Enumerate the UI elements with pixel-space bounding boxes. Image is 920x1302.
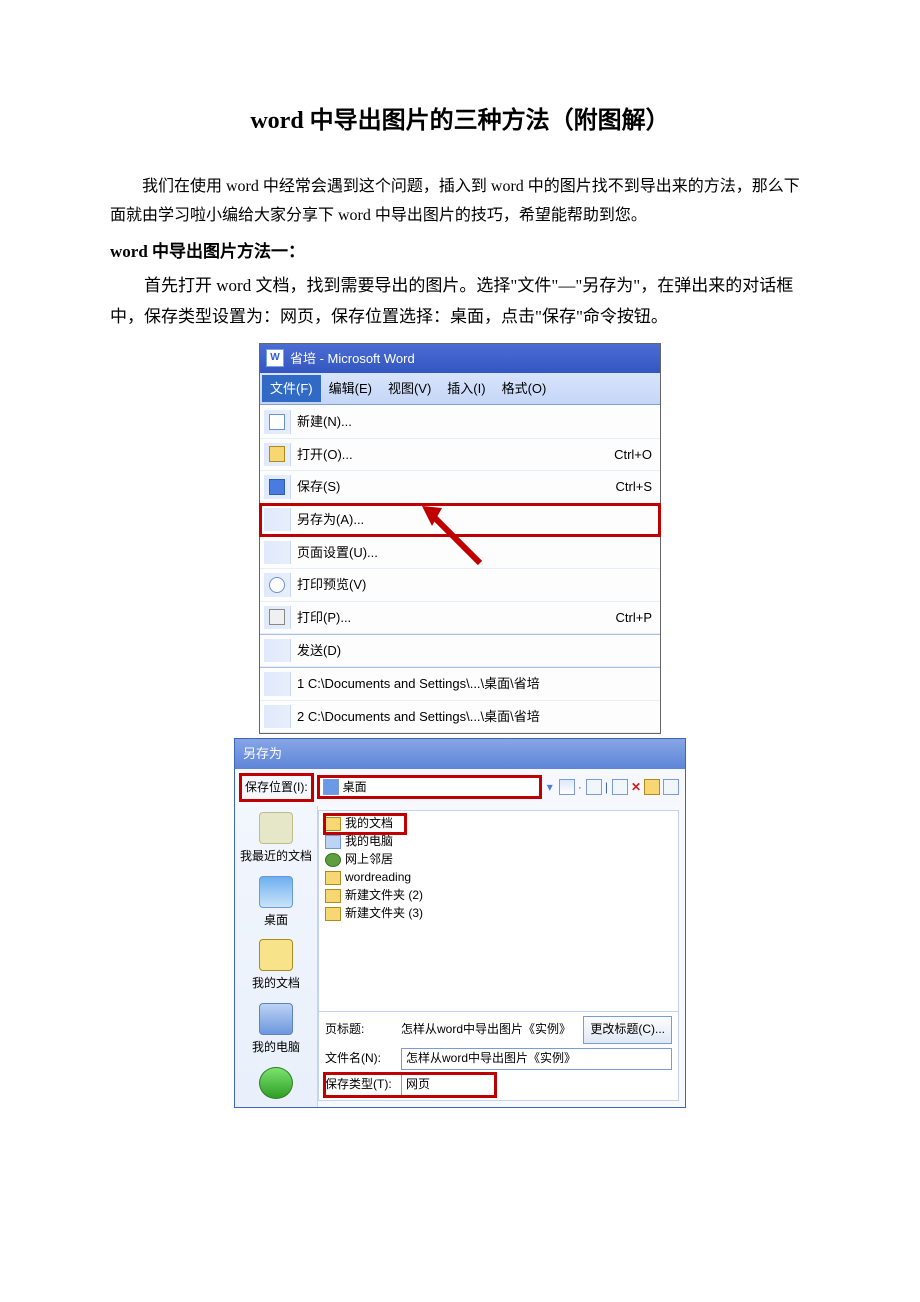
desktop-icon <box>323 779 339 795</box>
open-folder-icon <box>269 446 285 462</box>
dropdown-arrow-icon[interactable]: ▾ <box>547 777 553 799</box>
window-titlebar: W 省培 - Microsoft Word <box>260 344 660 373</box>
word-file-menu-screenshot: W 省培 - Microsoft Word 文件(F) 编辑(E) 视图(V) … <box>259 343 661 735</box>
save-location-combobox[interactable]: 桌面 <box>318 776 541 798</box>
menu-item-recent-2[interactable]: 2 C:\Documents and Settings\...\桌面\省培 <box>260 701 660 733</box>
place-desktop[interactable]: 桌面 <box>240 876 312 932</box>
menu-item-label: 1 C:\Documents and Settings\...\桌面\省培 <box>297 672 652 695</box>
folder-icon <box>325 817 341 831</box>
place-label: 我的文档 <box>252 973 300 995</box>
network-places-icon <box>259 1067 293 1099</box>
file-menu-dropdown: 新建(N)... 打开(O)... Ctrl+O 保存(S) Ctrl+S 另存… <box>260 405 660 733</box>
page-title-value: 怎样从word中导出图片《实例》 <box>401 1019 577 1041</box>
file-item-label: 我的文档 <box>345 813 393 835</box>
file-list-item[interactable]: 我的文档 <box>325 815 405 833</box>
menu-item-recent-1[interactable]: 1 C:\Documents and Settings\...\桌面\省培 <box>260 667 660 700</box>
dialog-fields: 页标题: 怎样从word中导出图片《实例》 更改标题(C)... 文件名(N):… <box>319 1011 678 1100</box>
up-folder-icon[interactable] <box>586 779 602 795</box>
article-title: word 中导出图片的三种方法（附图解） <box>110 100 810 143</box>
menu-item-new[interactable]: 新建(N)... <box>260 406 660 438</box>
file-item-label: 新建文件夹 (3) <box>345 903 423 925</box>
menu-item-page-setup[interactable]: 页面设置(U)... <box>260 536 660 569</box>
save-location-row: 保存位置(I): 桌面 ▾ · | ✕ <box>235 769 685 807</box>
separator: | <box>605 777 609 799</box>
menu-item-print-preview[interactable]: 打印预览(V) <box>260 569 660 601</box>
menu-item-label: 保存(S) <box>297 475 616 498</box>
file-list-item[interactable]: 新建文件夹 (3) <box>325 905 672 923</box>
place-label: 我的电脑 <box>252 1037 300 1059</box>
separator: · <box>578 777 583 799</box>
article-intro: 我们在使用 word 中经常会遇到这个问题，插入到 word 中的图片找不到导出… <box>110 173 810 231</box>
dialog-title: 另存为 <box>235 739 685 768</box>
filename-label: 文件名(N): <box>325 1048 395 1070</box>
folder-icon <box>325 889 341 903</box>
filename-input[interactable]: 怎样从word中导出图片《实例》 <box>401 1048 672 1070</box>
menu-item-save-as[interactable]: 另存为(A)... <box>260 504 660 536</box>
save-as-dialog-screenshot: 另存为 保存位置(I): 桌面 ▾ · | ✕ <box>234 738 686 1107</box>
filetype-combobox[interactable]: 网页 <box>401 1074 495 1096</box>
section-1-body: 首先打开 word 文档，找到需要导出的图片。选择"文件"—"另存为"，在弹出来… <box>110 271 810 332</box>
menu-item-label: 打印(P)... <box>297 606 616 629</box>
word-app-icon: W <box>266 349 284 367</box>
menu-item-label: 另存为(A)... <box>297 508 652 531</box>
places-bar: 我最近的文档 桌面 我的文档 我的电脑 <box>235 806 318 1106</box>
menu-format[interactable]: 格式(O) <box>494 375 555 402</box>
preview-lens-icon <box>269 577 285 593</box>
new-doc-icon <box>269 414 285 430</box>
shortcut-label: Ctrl+P <box>616 606 652 629</box>
shortcut-label: Ctrl+S <box>616 475 652 498</box>
menu-item-label: 发送(D) <box>297 639 652 662</box>
place-network[interactable] <box>240 1067 312 1101</box>
toolbar: · | ✕ <box>559 777 679 799</box>
back-icon[interactable] <box>559 779 575 795</box>
place-label: 桌面 <box>264 910 288 932</box>
section-1-heading: word 中导出图片方法一： <box>110 237 810 268</box>
delete-icon[interactable]: ✕ <box>631 777 641 799</box>
new-folder-icon[interactable] <box>644 779 660 795</box>
change-title-button[interactable]: 更改标题(C)... <box>583 1016 672 1044</box>
save-disk-icon <box>269 479 285 495</box>
menu-item-print[interactable]: 打印(P)... Ctrl+P <box>260 602 660 634</box>
filetype-value: 网页 <box>406 1074 430 1096</box>
place-my-computer[interactable]: 我的电脑 <box>240 1003 312 1059</box>
my-documents-icon <box>259 939 293 971</box>
folder-icon <box>325 871 341 885</box>
filetype-label: 保存类型(T): <box>325 1074 395 1096</box>
menu-item-label: 打印预览(V) <box>297 573 652 596</box>
menu-item-label: 新建(N)... <box>297 410 652 433</box>
views-icon[interactable] <box>663 779 679 795</box>
menu-edit[interactable]: 编辑(E) <box>321 375 380 402</box>
place-label: 我最近的文档 <box>240 846 312 868</box>
search-icon[interactable] <box>612 779 628 795</box>
menu-item-open[interactable]: 打开(O)... Ctrl+O <box>260 439 660 471</box>
menu-file[interactable]: 文件(F) <box>262 375 321 402</box>
menubar: 文件(F) 编辑(E) 视图(V) 插入(I) 格式(O) <box>260 373 660 405</box>
menu-item-save[interactable]: 保存(S) Ctrl+S <box>260 471 660 503</box>
folder-icon <box>325 907 341 921</box>
shortcut-label: Ctrl+O <box>614 443 652 466</box>
save-location-value: 桌面 <box>343 777 367 799</box>
menu-insert[interactable]: 插入(I) <box>439 375 493 402</box>
recent-docs-icon <box>259 812 293 844</box>
menu-item-send[interactable]: 发送(D) <box>260 634 660 667</box>
save-location-label: 保存位置(I): <box>245 780 308 794</box>
network-icon <box>325 853 341 867</box>
place-recent[interactable]: 我最近的文档 <box>240 812 312 868</box>
my-computer-icon <box>325 835 341 849</box>
menu-item-label: 2 C:\Documents and Settings\...\桌面\省培 <box>297 705 652 728</box>
printer-icon <box>269 609 285 625</box>
desktop-place-icon <box>259 876 293 908</box>
place-documents[interactable]: 我的文档 <box>240 939 312 995</box>
window-title-text: 省培 - Microsoft Word <box>290 347 415 370</box>
menu-item-label: 页面设置(U)... <box>297 541 652 564</box>
my-computer-icon <box>259 1003 293 1035</box>
menu-item-label: 打开(O)... <box>297 443 614 466</box>
page-title-label: 页标题: <box>325 1019 395 1041</box>
filename-value: 怎样从word中导出图片《实例》 <box>406 1048 576 1070</box>
menu-view[interactable]: 视图(V) <box>380 375 439 402</box>
file-list-pane: 我的文档 我的电脑 网上邻居 wordreading <box>318 810 679 1100</box>
